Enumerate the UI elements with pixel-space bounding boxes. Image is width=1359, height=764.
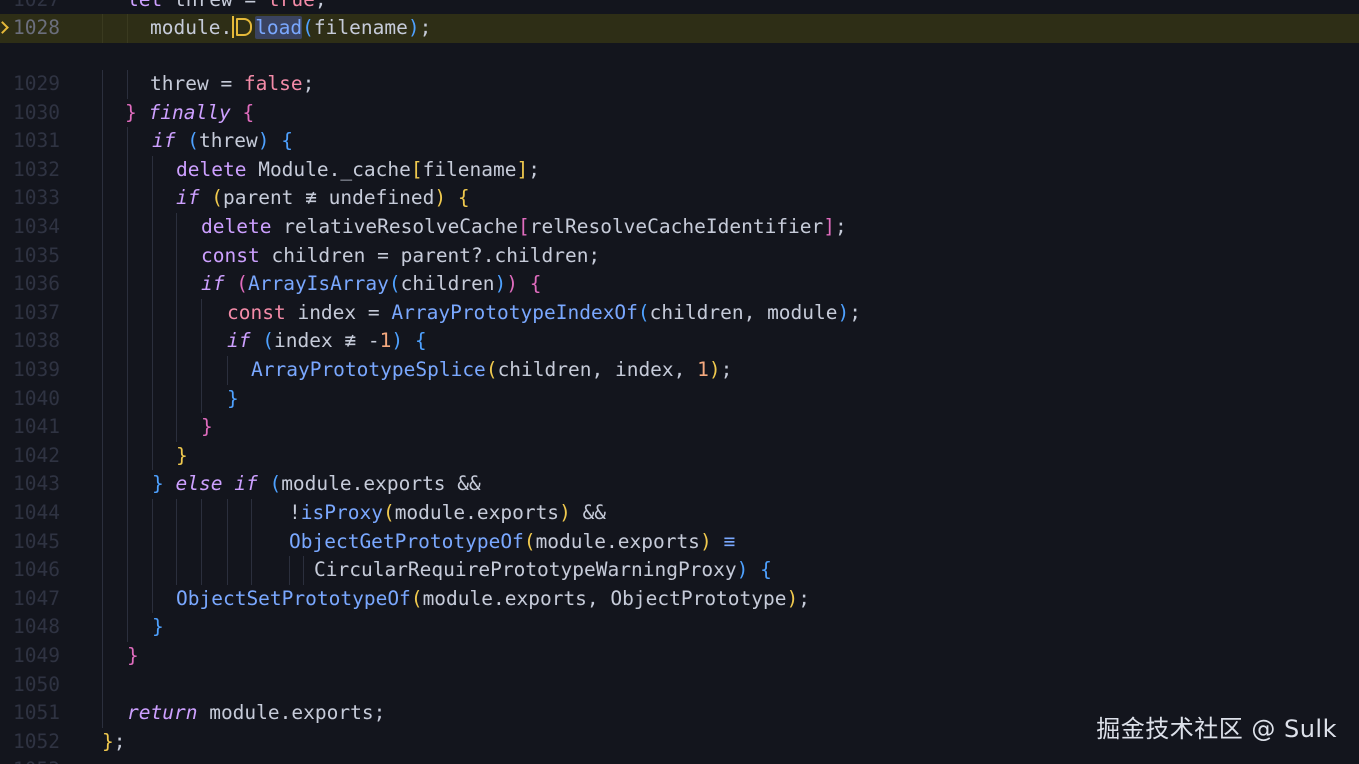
code-text: module. load(filename); <box>150 16 432 39</box>
code-line[interactable]: 1049 } <box>0 642 1359 671</box>
code-text: if (ArrayIsArray(children)) { <box>201 272 542 296</box>
line-number: 1028 <box>13 16 60 39</box>
line-number: 1041 <box>13 415 60 439</box>
code-line[interactable]: 1040 } <box>0 384 1359 414</box>
line-number: 1051 <box>13 701 60 725</box>
code-text: let threw = true; <box>127 0 327 15</box>
current-execution-line[interactable]: 1028 module. load(filename); <box>0 14 1359 43</box>
code-text: } <box>227 386 239 410</box>
line-number: 1031 <box>13 129 60 153</box>
code-line[interactable]: 1045 ObjectGetPrototypeOf(module.exports… <box>0 527 1359 557</box>
line-number: 1046 <box>13 558 60 582</box>
code-line[interactable]: 1029 threw = false; <box>0 70 1359 99</box>
code-text: } <box>176 443 188 467</box>
code-line[interactable]: 1027 let threw = true; <box>0 0 1359 15</box>
code-text: } finally { <box>125 100 255 124</box>
line-number: 1049 <box>13 644 60 667</box>
code-line[interactable]: 1031 if (threw) { <box>0 127 1359 156</box>
code-text: CircularRequirePrototypeWarningProxy) { <box>314 558 772 582</box>
code-text: } <box>201 415 213 439</box>
code-line[interactable]: 1048 } <box>0 613 1359 642</box>
line-number: 1053 <box>0 756 60 764</box>
code-text: threw = false; <box>150 72 315 95</box>
line-number: 1035 <box>13 243 60 267</box>
code-line[interactable]: 1047 ObjectSetPrototypeOf(module.exports… <box>0 584 1359 614</box>
code-line[interactable]: 1039 ArrayPrototypeSplice(children, inde… <box>0 356 1359 385</box>
code-line[interactable]: 1043 } else if (module.exports && <box>0 470 1359 499</box>
line-number: 1029 <box>13 72 60 95</box>
code-line[interactable]: 1033 if (parent ≢ undefined) { <box>0 184 1359 213</box>
line-number: 1037 <box>13 300 60 324</box>
line-number: 1032 <box>13 157 60 181</box>
line-number: 1044 <box>13 501 60 524</box>
line-number: 1038 <box>13 329 60 353</box>
code-line[interactable]: 1046 CircularRequirePrototypeWarningProx… <box>0 556 1359 585</box>
code-text: ObjectGetPrototypeOf(module.exports) ≡ <box>289 529 736 553</box>
code-line[interactable]: 1032 delete Module._cache[filename]; <box>0 155 1359 185</box>
code-line[interactable]: 1034 delete relativeResolveCache[relReso… <box>0 213 1359 242</box>
code-line[interactable]: 1038 if (index ≢ -1) { <box>0 327 1359 356</box>
code-text: !isProxy(module.exports) && <box>289 501 607 524</box>
code-text: } else if (module.exports && <box>152 472 481 496</box>
line-number: 1043 <box>13 472 60 496</box>
code-line[interactable]: 1030 } finally { <box>0 98 1359 128</box>
line-number: 1033 <box>13 186 60 210</box>
code-text: } <box>127 644 139 667</box>
line-number: 1039 <box>13 358 60 381</box>
code-text: return module.exports; <box>127 701 386 725</box>
inline-breakpoint-icon[interactable] <box>236 18 253 36</box>
line-number: 1034 <box>13 215 60 238</box>
code-line[interactable]: 1035 const children = parent?.children; <box>0 241 1359 271</box>
text-cursor <box>232 16 235 38</box>
line-number: 1047 <box>13 586 60 610</box>
code-text: ArrayPrototypeSplice(children, index, 1)… <box>251 358 733 381</box>
code-line[interactable]: 1041 } <box>0 413 1359 442</box>
line-number: 1050 <box>13 672 60 696</box>
line-number: 1052 <box>13 729 60 753</box>
code-text: delete Module._cache[filename]; <box>176 157 540 181</box>
code-line[interactable]: 1044 !isProxy(module.exports) && <box>0 499 1359 528</box>
code-text: const index = ArrayPrototypeIndexOf(chil… <box>227 300 862 324</box>
line-number: 1048 <box>13 615 60 639</box>
line-number: 1036 <box>13 272 60 296</box>
code-text: if (index ≢ -1) { <box>227 329 427 353</box>
code-line[interactable]: 1037 const index = ArrayPrototypeIndexOf… <box>0 298 1359 328</box>
code-text: if (threw) { <box>152 129 293 153</box>
code-text: ObjectSetPrototypeOf(module.exports, Obj… <box>176 586 811 610</box>
code-line[interactable]: 1053 <box>0 756 1359 764</box>
code-text: }; <box>102 729 126 753</box>
code-editor[interactable]: 1027 let threw = true; 1028 module.load(… <box>0 0 1359 764</box>
code-text: } <box>152 615 164 639</box>
code-text: if (parent ≢ undefined) { <box>176 186 470 210</box>
line-number: 1042 <box>13 443 60 467</box>
watermark: 掘金技术社区 @ Sulk <box>1096 715 1337 743</box>
code-text: delete relativeResolveCache[relResolveCa… <box>201 215 847 238</box>
code-line[interactable]: 1050 <box>0 670 1359 700</box>
line-number: 1027 <box>0 0 60 15</box>
line-number: 1030 <box>13 100 60 124</box>
line-number: 1040 <box>13 386 60 410</box>
code-line[interactable]: 1042 } <box>0 441 1359 471</box>
line-number: 1045 <box>13 529 60 553</box>
code-text: const children = parent?.children; <box>201 243 601 267</box>
code-line[interactable]: 1036 if (ArrayIsArray(children)) { <box>0 270 1359 299</box>
